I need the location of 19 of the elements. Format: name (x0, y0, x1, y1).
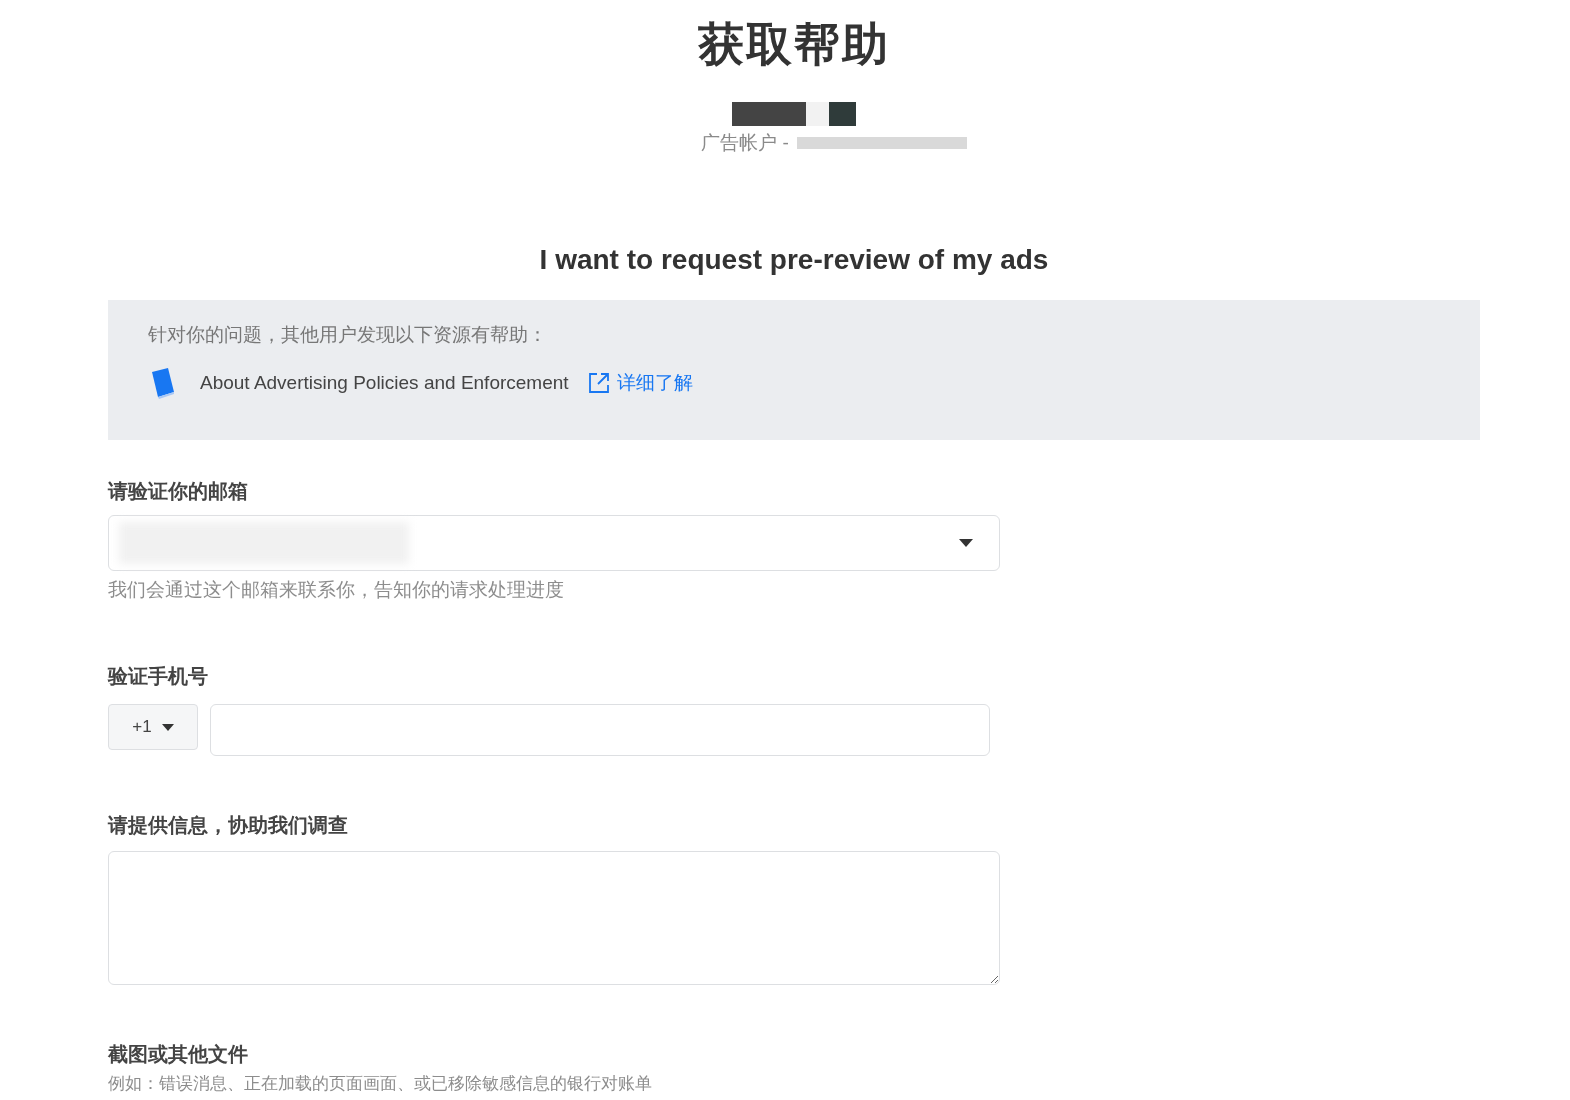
phone-input[interactable] (210, 704, 990, 756)
resource-title: About Advertising Policies and Enforcement (200, 372, 569, 394)
external-link-icon (586, 371, 611, 395)
email-select[interactable] (108, 515, 1000, 571)
field-hint: 例如：错误消息、正在加载的页面画面、或已移除敏感信息的银行对账单 (108, 1073, 653, 1095)
field-label: 截图或其他文件 (108, 1042, 249, 1067)
resources-intro: 针对你的问题，其他用户发现以下资源有帮助： (148, 323, 548, 347)
details-textarea[interactable] (108, 851, 1000, 985)
field-label: 请提供信息，协助我们调查 (108, 813, 349, 838)
learn-more-link[interactable]: 详细了解 (586, 370, 693, 396)
page-title: 获取帮助 (697, 17, 891, 72)
country-code-select[interactable]: +1 (108, 704, 198, 750)
caret-icon (161, 723, 174, 731)
field-label: 验证手机号 (108, 664, 209, 689)
field-label: 请验证你的邮箱 (108, 479, 249, 504)
request-heading: I want to request pre-review of my ads (538, 244, 1050, 276)
account-label: 广告帐户 - (701, 131, 789, 155)
caret-icon (959, 539, 973, 547)
field-hint: 我们会通过这个邮箱来联系你，告知你的请求处理进度 (108, 578, 565, 602)
